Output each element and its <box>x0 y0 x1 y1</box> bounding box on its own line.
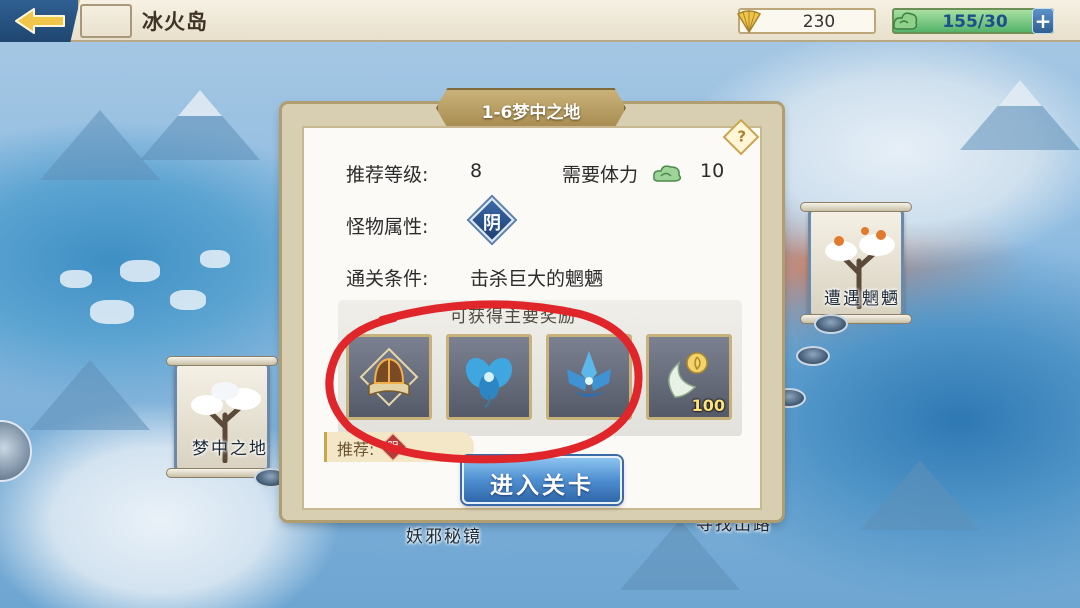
recommend-tag: 推荐: 阴 <box>324 432 474 462</box>
recommended-level-value: 8 <box>470 160 483 182</box>
dialog-title: 1-6梦中之地 <box>481 103 581 123</box>
stamina-label: 需要体力 <box>562 164 639 186</box>
enter-stage-label: 进入关卡 <box>490 473 594 499</box>
snowcap <box>998 80 1042 106</box>
monster-attr-label: 怪物属性: <box>346 216 429 238</box>
clear-condition-label: 通关条件: <box>346 268 429 290</box>
reward-count: 100 <box>691 396 725 415</box>
energy-value: 155/30 <box>942 12 1008 32</box>
top-bar: 冰火岛 230 155/30 + <box>0 0 1080 42</box>
scroll-rod <box>166 356 278 366</box>
reward-slot[interactable] <box>446 334 532 420</box>
recommend-attr-text: 阴 <box>387 440 399 453</box>
reward-caption: 可获得主要奖励 <box>450 307 576 327</box>
ice-floe <box>170 290 206 310</box>
book-helmet-icon <box>359 347 419 407</box>
reward-slot[interactable]: 100 <box>646 334 732 420</box>
add-energy-button[interactable]: + <box>1032 8 1054 34</box>
dialog-content: ? 推荐等级: 8 需要体力 10 怪物属性: 阴 通关条件: 击杀巨大的魍魉 … <box>302 118 762 510</box>
ice-floe <box>200 250 230 268</box>
dialog-title-plate: 1-6梦中之地 <box>436 88 626 128</box>
recommended-level-row: 推荐等级: <box>346 160 428 187</box>
help-button[interactable]: ? <box>722 118 760 156</box>
back-button[interactable] <box>0 0 80 42</box>
gold-fan-icon <box>736 10 762 34</box>
scroll-rod <box>800 202 912 212</box>
ice-lotus-icon <box>567 351 611 397</box>
stage-label-demon-mirror: 妖邪秘镜 <box>406 527 482 547</box>
cloud-stamina-icon <box>653 165 682 182</box>
gold-value: 230 <box>802 12 836 32</box>
stage-dialog: 1-6梦中之地 ? 推荐等级: 8 需要体力 10 怪物属性: 阴 通关条件: … <box>282 88 782 520</box>
mountain <box>30 360 150 430</box>
monster-attr-badge: 阴 <box>469 197 515 244</box>
page-title: 冰火岛 <box>142 10 208 34</box>
back-arrow-icon <box>15 8 65 34</box>
gold-counter: 230 <box>736 8 876 34</box>
snowcap <box>178 90 222 116</box>
title-ornament <box>80 4 132 38</box>
path-node[interactable] <box>796 346 830 366</box>
reward-slot[interactable] <box>346 334 432 420</box>
ice-floe <box>60 270 92 288</box>
enter-stage-button[interactable]: 进入关卡 <box>462 456 622 504</box>
mountain <box>860 460 980 530</box>
ice-floe <box>120 260 160 282</box>
path-node[interactable] <box>814 314 848 334</box>
stamina-cost: 10 <box>700 160 725 182</box>
stage-label-dream-land: 梦中之地 <box>192 439 268 459</box>
stage-label-encounter: 遭遇魍魉 <box>824 289 900 309</box>
clear-condition-value: 击杀巨大的魍魉 <box>470 268 604 290</box>
recommended-level-label: 推荐等级: <box>346 164 429 186</box>
monster-attr-value: 阴 <box>483 213 501 234</box>
recommend-label: 推荐: <box>337 440 375 459</box>
help-icon: ? <box>737 127 747 146</box>
reward-slot[interactable] <box>546 334 632 420</box>
ice-floe <box>90 300 134 324</box>
reward-panel: 可获得主要奖励 100 <box>338 300 742 436</box>
blue-orchid-icon <box>465 357 513 408</box>
energy-counter: 155/30 + <box>892 8 1054 34</box>
cloud-stamina-icon <box>893 12 918 30</box>
